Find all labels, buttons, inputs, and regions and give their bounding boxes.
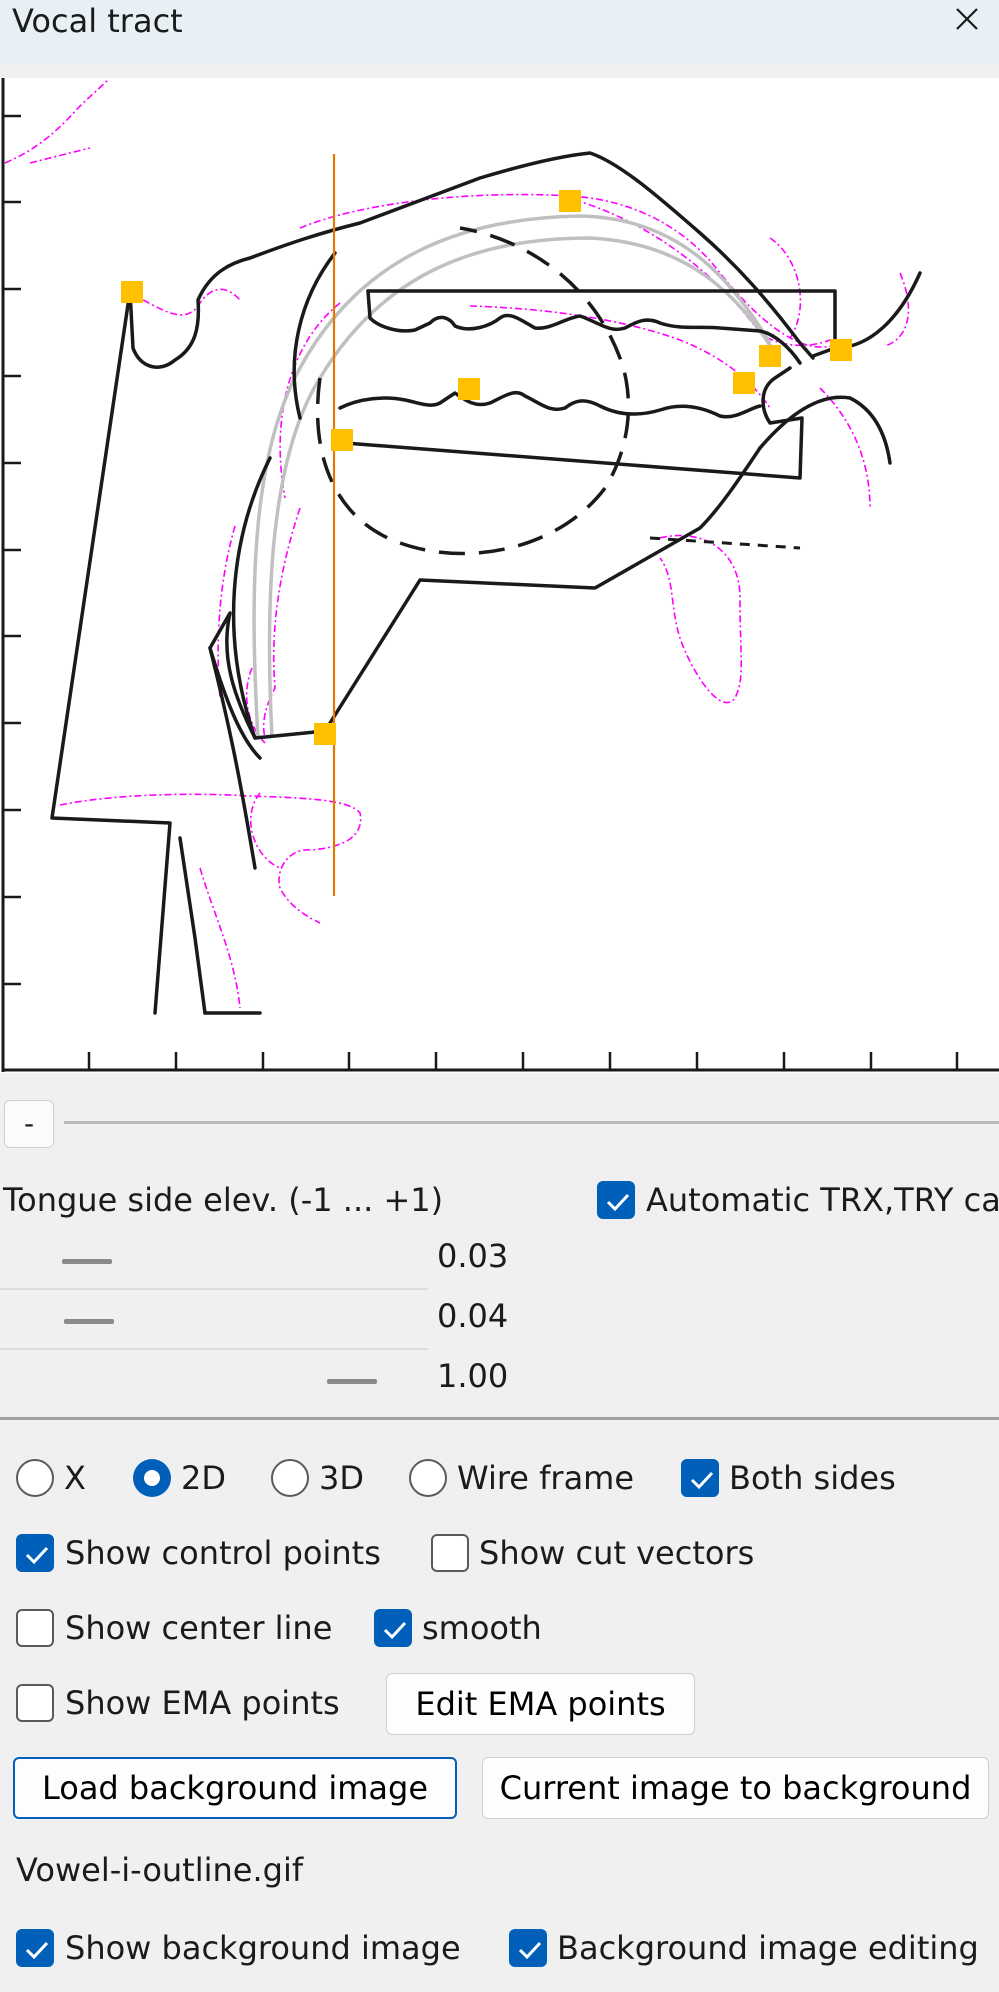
window-title: Vocal tract — [12, 2, 183, 40]
radio-3d-label: 3D — [319, 1459, 364, 1497]
slider-track-3[interactable] — [0, 1352, 428, 1410]
current-image-to-background-button[interactable]: Current image to background — [482, 1757, 989, 1819]
show-background-image-checkbox[interactable] — [16, 1929, 54, 1967]
checkmark-icon — [518, 1941, 542, 1960]
slider-track-1[interactable] — [0, 1232, 428, 1290]
show-cut-vectors-checkbox[interactable] — [431, 1534, 469, 1572]
checkmark-icon — [690, 1471, 714, 1490]
both-sides-checkbox[interactable] — [681, 1459, 719, 1497]
checkmark-icon — [383, 1621, 407, 1640]
checkmark-icon — [25, 1941, 49, 1960]
load-background-image-button[interactable]: Load background image — [13, 1757, 457, 1819]
section-divider — [0, 1417, 999, 1420]
edit-ema-points-button[interactable]: Edit EMA points — [386, 1673, 695, 1735]
background-image-editing-checkbox[interactable] — [509, 1929, 547, 1967]
slider-value-2: 0.04 — [437, 1297, 509, 1335]
automatic-trx-try-checkbox[interactable] — [597, 1181, 635, 1219]
control-point[interactable] — [830, 339, 852, 361]
radio-2d-label: 2D — [181, 1459, 226, 1497]
checkmark-icon — [606, 1193, 630, 1212]
radio-x-label: X — [64, 1459, 86, 1497]
horizontal-scroll-track[interactable] — [64, 1121, 999, 1124]
radio-2d[interactable] — [133, 1459, 171, 1497]
control-point[interactable] — [121, 281, 143, 303]
slider-thumb-2[interactable] — [64, 1319, 114, 1324]
checkmark-icon — [25, 1546, 49, 1565]
control-point[interactable] — [733, 372, 755, 394]
canvas-axes — [1, 78, 999, 1072]
background-image-editing-label: Background image editing — [557, 1929, 979, 1967]
show-control-points-checkbox[interactable] — [16, 1534, 54, 1572]
control-point[interactable] — [458, 378, 480, 400]
slider-thumb-1[interactable] — [62, 1259, 112, 1264]
show-control-points-label: Show control points — [65, 1534, 381, 1572]
slider-thumb-3[interactable] — [327, 1379, 377, 1384]
control-point[interactable] — [331, 429, 353, 451]
radio-wire-frame[interactable] — [409, 1459, 447, 1497]
show-ema-points-label: Show EMA points — [65, 1684, 340, 1722]
show-cut-vectors-label: Show cut vectors — [479, 1534, 755, 1572]
radio-x[interactable] — [16, 1459, 54, 1497]
slider-value-1: 0.03 — [437, 1237, 509, 1275]
minus-button[interactable]: - — [4, 1100, 54, 1148]
show-ema-points-checkbox[interactable] — [16, 1684, 54, 1722]
param-label: Tongue side elev. (-1 ... +1) — [3, 1181, 444, 1219]
vocal-tract-contours — [50, 151, 922, 1015]
vocal-tract-canvas[interactable] — [0, 78, 999, 1073]
show-center-line-label: Show center line — [65, 1609, 333, 1647]
automatic-trx-try-label: Automatic TRX,TRY ca — [646, 1181, 999, 1219]
show-background-image-label: Show background image — [65, 1929, 461, 1967]
close-icon — [956, 8, 978, 30]
both-sides-label: Both sides — [729, 1459, 896, 1497]
close-button[interactable] — [942, 0, 992, 38]
slider-track-2[interactable] — [0, 1292, 428, 1350]
show-center-line-checkbox[interactable] — [16, 1609, 54, 1647]
title-bar: Vocal tract — [0, 0, 999, 64]
slider-value-3: 1.00 — [437, 1357, 509, 1395]
tongue-dashed-outline — [315, 226, 801, 556]
control-point[interactable] — [314, 723, 336, 745]
tongue-contour-grey — [252, 214, 777, 739]
background-file-name: Vowel-i-outline.gif — [16, 1851, 304, 1889]
radio-3d[interactable] — [271, 1459, 309, 1497]
control-point[interactable] — [559, 190, 581, 212]
smooth-checkbox[interactable] — [374, 1609, 412, 1647]
background-outline — [4, 79, 910, 1009]
smooth-label: smooth — [422, 1609, 542, 1647]
radio-wire-frame-label: Wire frame — [457, 1459, 635, 1497]
control-point[interactable] — [759, 345, 781, 367]
